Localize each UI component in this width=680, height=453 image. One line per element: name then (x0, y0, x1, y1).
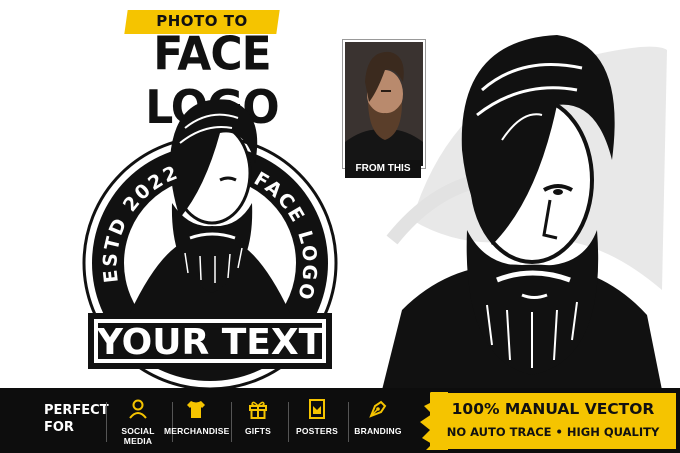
feature-merchandise: MERCHANDISE (164, 398, 229, 436)
feature-social-media: SOCIAL MEDIA (106, 398, 170, 446)
feature-gifts: GIFTS (226, 398, 290, 436)
promo-subline: NO AUTO TRACE • HIGH QUALITY (446, 425, 660, 439)
pen-nib-icon (369, 400, 387, 418)
perfect-for-label: PERFECT FOR (44, 403, 109, 435)
promo-headline: 100% MANUAL VECTOR (451, 400, 655, 418)
feature-branding: BRANDING (346, 398, 410, 436)
poster-icon (309, 399, 325, 419)
face-logo-emblem: ESTD 2022 FACE LOGO YOUR TEXT (82, 99, 338, 388)
feature-posters: POSTERS (285, 398, 349, 436)
emblem-banner-text: YOUR TEXT (96, 322, 324, 363)
person-icon (129, 399, 147, 419)
tshirt-icon (187, 401, 205, 418)
large-portrait-illustration (382, 35, 667, 390)
gift-icon (249, 401, 267, 419)
